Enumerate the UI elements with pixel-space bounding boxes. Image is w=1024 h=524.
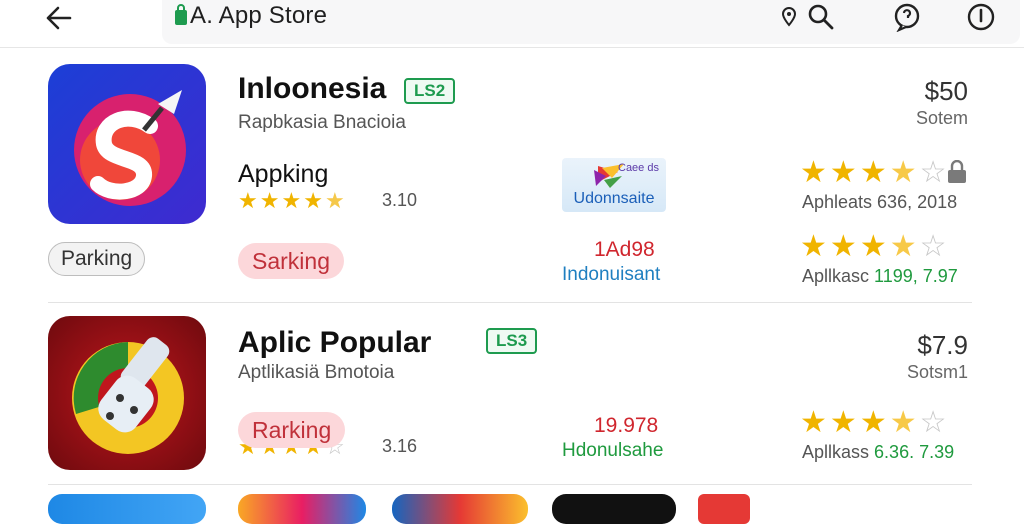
star-icon: ★	[859, 230, 887, 263]
right-meta-3-value: 6.36. 7.39	[874, 442, 955, 462]
right-rating-stars-1: ★ ★ ★ ★ ☆	[800, 158, 947, 188]
price-note: Sotem	[915, 108, 968, 128]
star-icon: ★	[889, 230, 917, 263]
right-meta-3-prefix: Apllkass	[802, 442, 870, 462]
lock-icon	[946, 159, 968, 184]
app-icon-inloonesia[interactable]	[48, 64, 206, 224]
download-count-2: 19.978	[594, 414, 659, 437]
store-bag-icon	[174, 4, 188, 26]
right-rating-stars-2: ★ ★ ★ ★ ☆	[800, 232, 947, 262]
star-icon: ☆	[919, 156, 947, 189]
app-price-2[interactable]: $7.9	[880, 330, 968, 361]
right-meta-1: Aphleats 636, 2018	[802, 192, 958, 212]
star-icon: ★	[324, 188, 345, 213]
store-title: A. App Store	[190, 2, 328, 29]
app-icon-peek-4[interactable]	[552, 494, 676, 524]
app-icon-peek-1[interactable]	[48, 494, 206, 524]
right-meta-3: Apllkass 6.36. 7.39	[802, 442, 954, 463]
download-count: 1Ad98	[594, 238, 655, 261]
star-icon: ★	[829, 406, 857, 439]
app-title-2[interactable]: Aplic Popular	[238, 326, 431, 360]
right-meta-2-prefix: Apllkasc	[802, 266, 870, 286]
star-icon: ★	[281, 188, 302, 213]
right-meta-2: Apllkasc 1199, 7.97	[802, 266, 958, 287]
publisher-link-2[interactable]: Hdonulsahe	[562, 440, 663, 462]
star-icon: ★	[800, 230, 827, 263]
app-icon-peek-3[interactable]	[392, 494, 528, 524]
publisher-link[interactable]: Indonuisant	[562, 264, 660, 286]
location-pin-icon[interactable]	[774, 2, 804, 32]
star-icon: ★	[303, 188, 323, 213]
top-bar: A. App Store	[0, 0, 1024, 48]
right-rating-stars-3: ★ ★ ★ ★ ☆	[800, 408, 947, 438]
banner-text: Udonnsaite	[573, 190, 655, 207]
app-title[interactable]: Inloonesia	[238, 72, 386, 106]
star-icon: ★	[889, 156, 917, 189]
divider	[48, 302, 972, 303]
chat-icon[interactable]	[892, 2, 922, 32]
rating-value: 3.10	[382, 190, 418, 210]
star-icon: ★	[829, 156, 857, 189]
star-icon: ★	[829, 230, 857, 263]
search-icon[interactable]	[806, 2, 836, 32]
star-icon: ★	[259, 188, 280, 213]
star-icon: ★	[800, 406, 827, 439]
star-icon: ★	[859, 406, 887, 439]
star-icon: ★	[859, 156, 887, 189]
app-icon-peek-5[interactable]	[698, 494, 750, 524]
star-icon: ☆	[919, 230, 947, 263]
star-icon: ★	[800, 156, 827, 189]
app-icon-peek-2[interactable]	[238, 494, 366, 524]
star-icon: ☆	[919, 406, 947, 439]
banner-mini-text: Caee ds	[618, 162, 659, 174]
divider-2	[48, 484, 972, 485]
rating-value-2: 3.16	[382, 436, 418, 456]
app-badge-2: LS3	[486, 328, 538, 354]
promo-banner[interactable]: Caee ds Udonnsaite	[562, 158, 666, 212]
price-note-2: Sotsm1	[906, 362, 968, 382]
back-arrow-icon[interactable]	[40, 4, 76, 32]
section-label: Appking	[238, 160, 329, 188]
app-subtitle: Rapbkasia Bnacioia	[238, 112, 406, 133]
star-icon: ★	[238, 188, 258, 213]
app-badge: LS2	[404, 78, 456, 104]
star-icon: ★	[889, 406, 917, 439]
ranking-pill[interactable]: Sarking	[238, 243, 344, 279]
app-icon-aplic-popular[interactable]	[48, 316, 206, 470]
right-meta-2-value: 1199, 7.97	[874, 266, 958, 286]
app-price[interactable]: $50	[880, 76, 968, 107]
app-subtitle-2: Aptlikasiä Bmotoia	[238, 362, 395, 383]
ranking-pill-2[interactable]: Rarking	[238, 412, 346, 448]
rating-stars: ★ ★ ★ ★ ★	[238, 190, 345, 212]
info-icon[interactable]	[966, 2, 996, 32]
category-pill[interactable]: Parking	[48, 242, 146, 276]
